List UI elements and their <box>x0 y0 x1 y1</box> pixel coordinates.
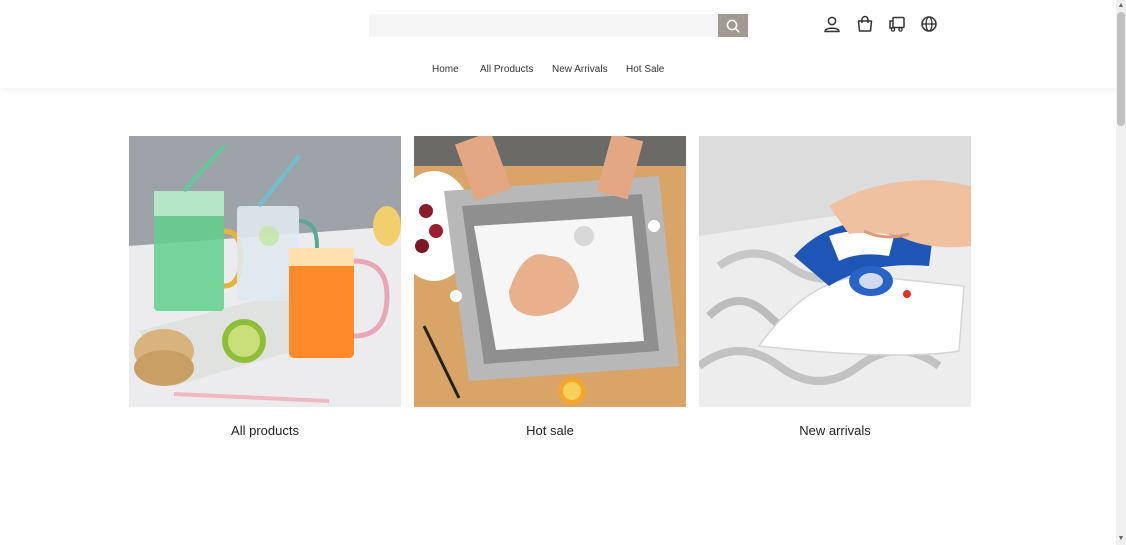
search-icon <box>726 19 740 33</box>
category-card-hot-sale[interactable]: Hot sale <box>414 136 686 438</box>
cart-icon[interactable] <box>855 14 875 34</box>
scrollbar-thumb[interactable] <box>1117 12 1125 126</box>
account-icon[interactable] <box>822 14 842 34</box>
hot-sale-image[interactable] <box>414 136 686 407</box>
new-arrivals-image[interactable] <box>699 136 971 407</box>
category-card-new-arrivals[interactable]: New arrivals <box>699 136 971 438</box>
card-label-hot-sale[interactable]: Hot sale <box>414 423 686 438</box>
nav-new-arrivals[interactable]: New Arrivals <box>552 64 608 75</box>
nav-all-products[interactable]: All Products <box>480 64 533 75</box>
all-products-image[interactable] <box>129 136 401 407</box>
main-nav: Home All Products New Arrivals Hot Sale <box>0 64 1116 80</box>
card-label-new-arrivals[interactable]: New arrivals <box>699 423 971 438</box>
shipping-icon[interactable] <box>887 14 907 34</box>
scroll-down-icon[interactable]: ▼ <box>1117 535 1125 543</box>
nav-home[interactable]: Home <box>432 64 459 75</box>
category-card-all-products[interactable]: All products <box>129 136 401 438</box>
nav-hot-sale[interactable]: Hot Sale <box>626 64 664 75</box>
page-scrollbar[interactable]: ▲ ▼ <box>1116 0 1126 545</box>
card-label-all-products[interactable]: All products <box>129 423 401 438</box>
search-button[interactable] <box>718 14 748 37</box>
site-header: Home All Products New Arrivals Hot Sale <box>0 0 1116 88</box>
scroll-up-icon[interactable]: ▲ <box>1117 2 1125 10</box>
search-input[interactable] <box>369 14 718 37</box>
globe-icon[interactable] <box>919 14 939 34</box>
